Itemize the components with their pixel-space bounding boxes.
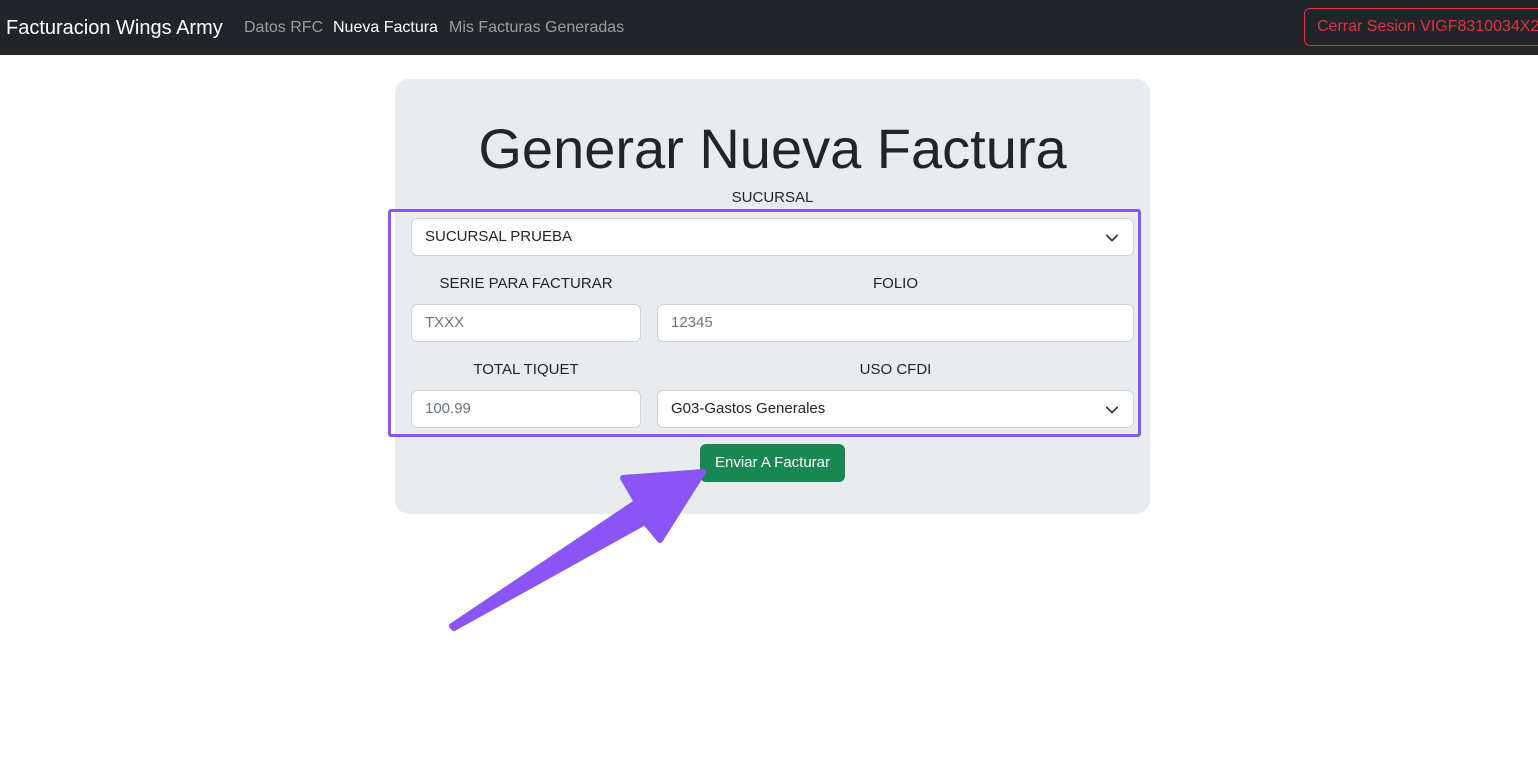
invoice-form-card: Generar Nueva Factura SUCURSAL SUCURSAL … xyxy=(395,79,1150,514)
serie-label: SERIE PARA FACTURAR xyxy=(439,275,613,292)
total-tiquet-label: TOTAL TIQUET xyxy=(473,361,579,378)
uso-cfdi-selected-value: G03-Gastos Generales xyxy=(671,400,826,417)
brand-title[interactable]: Facturacion Wings Army xyxy=(6,15,223,41)
uso-cfdi-select[interactable]: G03-Gastos Generales xyxy=(657,390,1134,428)
logout-button[interactable]: Cerrar Sesion VIGF8310034X2 xyxy=(1304,8,1538,46)
folio-input[interactable]: 12345 xyxy=(657,304,1134,342)
submit-invoice-button[interactable]: Enviar A Facturar xyxy=(700,444,845,482)
page-title: Generar Nueva Factura xyxy=(478,117,1067,180)
nav-link-datos-rfc[interactable]: Datos RFC xyxy=(244,18,323,38)
nav-link-nueva-factura[interactable]: Nueva Factura xyxy=(333,18,438,38)
nav-link-mis-facturas[interactable]: Mis Facturas Generadas xyxy=(449,18,624,38)
folio-label: FOLIO xyxy=(872,275,918,292)
serie-input[interactable]: TXXX xyxy=(411,304,641,342)
sucursal-label: SUCURSAL xyxy=(731,189,814,206)
chevron-down-icon xyxy=(1105,406,1119,414)
uso-cfdi-label: USO CFDI xyxy=(859,361,932,378)
sucursal-selected-value: SUCURSAL PRUEBA xyxy=(425,228,572,245)
navbar: Facturacion Wings Army Datos RFC Nueva F… xyxy=(0,0,1538,55)
chevron-down-icon xyxy=(1105,234,1119,242)
sucursal-select[interactable]: SUCURSAL PRUEBA xyxy=(411,218,1134,256)
total-tiquet-input[interactable]: 100.99 xyxy=(411,390,641,428)
